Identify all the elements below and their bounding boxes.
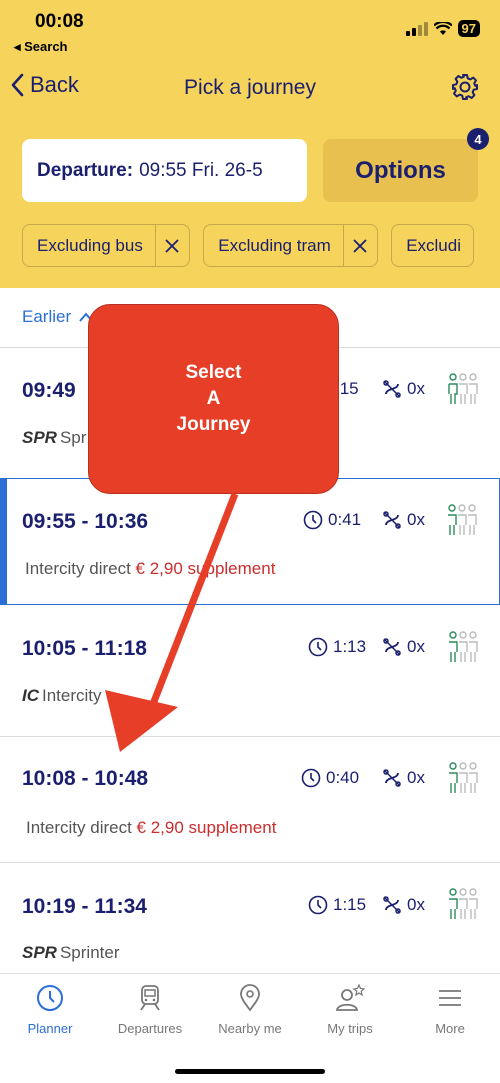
journey-row-selected[interactable]: 09:55 - 10:36 0:41 0x Intercity direct €… <box>0 478 500 605</box>
journey-time: 10:08 - 10:48 <box>22 767 149 790</box>
filter-chip-more[interactable]: Excludi <box>391 224 474 267</box>
filter-chip-tram[interactable]: Excluding tram <box>203 224 378 267</box>
crowd-level-icon <box>449 631 478 662</box>
transfer-icon <box>383 380 401 398</box>
clock-icon <box>308 637 328 657</box>
clock-icon <box>303 510 323 530</box>
annotation-line: Select <box>185 362 242 383</box>
journey-type: Intercity direct € 2,90 supplement <box>26 818 277 837</box>
journey-type: Intercity direct € 2,90 supplement <box>25 559 276 578</box>
earlier-button[interactable]: Earlier <box>22 307 93 327</box>
journey-transfers: 0x <box>382 510 425 530</box>
journey-duration: 1:13 <box>308 637 366 657</box>
clock-icon <box>308 895 328 915</box>
clock-icon <box>301 768 321 788</box>
departure-value: 09:55 Fri. 26-5 <box>139 159 263 181</box>
clock-icon <box>37 985 63 1011</box>
wifi-icon <box>433 21 452 35</box>
battery-level: 97 <box>457 20 480 37</box>
crowd-level-icon <box>449 888 478 919</box>
journey-time: 10:19 - 11:34 <box>22 895 147 918</box>
crowd-level-icon <box>449 762 478 793</box>
journey-type: IC Intercity <box>22 686 102 705</box>
close-icon[interactable] <box>154 225 189 266</box>
transfer-icon <box>383 638 401 656</box>
journey-type: SPR Spr <box>22 428 87 447</box>
transfer-icon <box>383 896 401 914</box>
signal-icon <box>405 21 428 36</box>
header: 00:08 ◂ Search 97 Back Pick a journey De… <box>0 0 500 288</box>
annotation-line: A <box>206 388 221 409</box>
transfer-icon <box>383 511 401 529</box>
supplement-price: € 2,90 supplement <box>136 818 277 837</box>
options-button[interactable]: Options <box>323 139 478 202</box>
tab-planner[interactable]: Planner <box>0 984 100 1036</box>
status-back-to-app[interactable]: ◂ Search <box>14 39 68 55</box>
location-pin-icon <box>240 984 260 1012</box>
tab-label: My trips <box>327 1021 373 1036</box>
annotation-line: Journey <box>176 414 251 435</box>
journey-time: 10:05 - 11:18 <box>22 637 147 660</box>
journey-transfers: 0x <box>382 379 425 399</box>
journey-transfers: 0x <box>382 768 425 788</box>
journey-row[interactable]: 10:19 - 11:34 1:15 0x SPR Sprinter <box>0 863 500 973</box>
tab-label: Nearby me <box>218 1021 282 1036</box>
earlier-label: Earlier <box>22 307 72 326</box>
nav-bar: Back Pick a journey <box>0 70 500 110</box>
tab-label: Planner <box>27 1021 73 1036</box>
options-count-badge: 4 <box>467 128 489 150</box>
journey-transfers: 0x <box>382 637 425 657</box>
filter-chip-bus[interactable]: Excluding bus <box>22 224 190 267</box>
filter-chip-label: Excludi <box>406 235 461 255</box>
menu-icon <box>439 990 461 1006</box>
journey-duration: 0:41 <box>303 510 361 530</box>
settings-button[interactable] <box>450 72 480 107</box>
filter-chips: Excluding bus Excluding tram Excludi <box>22 224 500 268</box>
home-indicator <box>175 1069 325 1074</box>
journey-row[interactable]: 10:05 - 11:18 1:13 0x IC Intercity <box>0 606 500 736</box>
transfer-icon <box>383 769 401 787</box>
journey-duration: 0:40 <box>301 768 359 788</box>
person-star-icon <box>335 983 366 1011</box>
journey-row[interactable]: 10:08 - 10:48 0:40 0x Intercity direct €… <box>0 737 500 862</box>
departure-label: Departure: <box>37 159 134 181</box>
journey-transfers: 0x <box>382 895 425 915</box>
page-title: Pick a journey <box>184 76 316 99</box>
crowd-level-icon <box>448 373 478 404</box>
tab-more[interactable]: More <box>400 984 500 1036</box>
status-indicators: 97 <box>405 20 480 37</box>
close-icon[interactable] <box>342 225 377 266</box>
tab-label: Departures <box>117 1021 183 1036</box>
status-time: 00:08 <box>35 11 84 32</box>
filter-chip-label: Excluding tram <box>218 235 331 255</box>
journey-time: 09:49 <box>22 379 76 402</box>
filter-chip-label: Excluding bus <box>37 235 143 255</box>
annotation-callout: Select A Journey <box>88 304 339 494</box>
gear-icon <box>452 74 478 100</box>
journey-type: SPR Sprinter <box>22 943 120 962</box>
supplement-price: € 2,90 supplement <box>135 559 276 578</box>
tab-my-trips[interactable]: My trips <box>300 983 400 1036</box>
train-icon <box>140 985 160 1011</box>
departure-time-field[interactable]: Departure: 09:55 Fri. 26-5 <box>22 139 307 202</box>
journey-time: 09:55 - 10:36 <box>22 510 149 533</box>
tab-nearby-me[interactable]: Nearby me <box>200 984 300 1036</box>
tab-label: More <box>435 1021 465 1036</box>
crowd-level-icon <box>448 504 477 535</box>
tab-bar: Planner Departures Nearby me My trips Mo… <box>0 973 500 1083</box>
tab-departures[interactable]: Departures <box>100 984 200 1036</box>
journey-duration: 1:15 <box>308 895 366 915</box>
